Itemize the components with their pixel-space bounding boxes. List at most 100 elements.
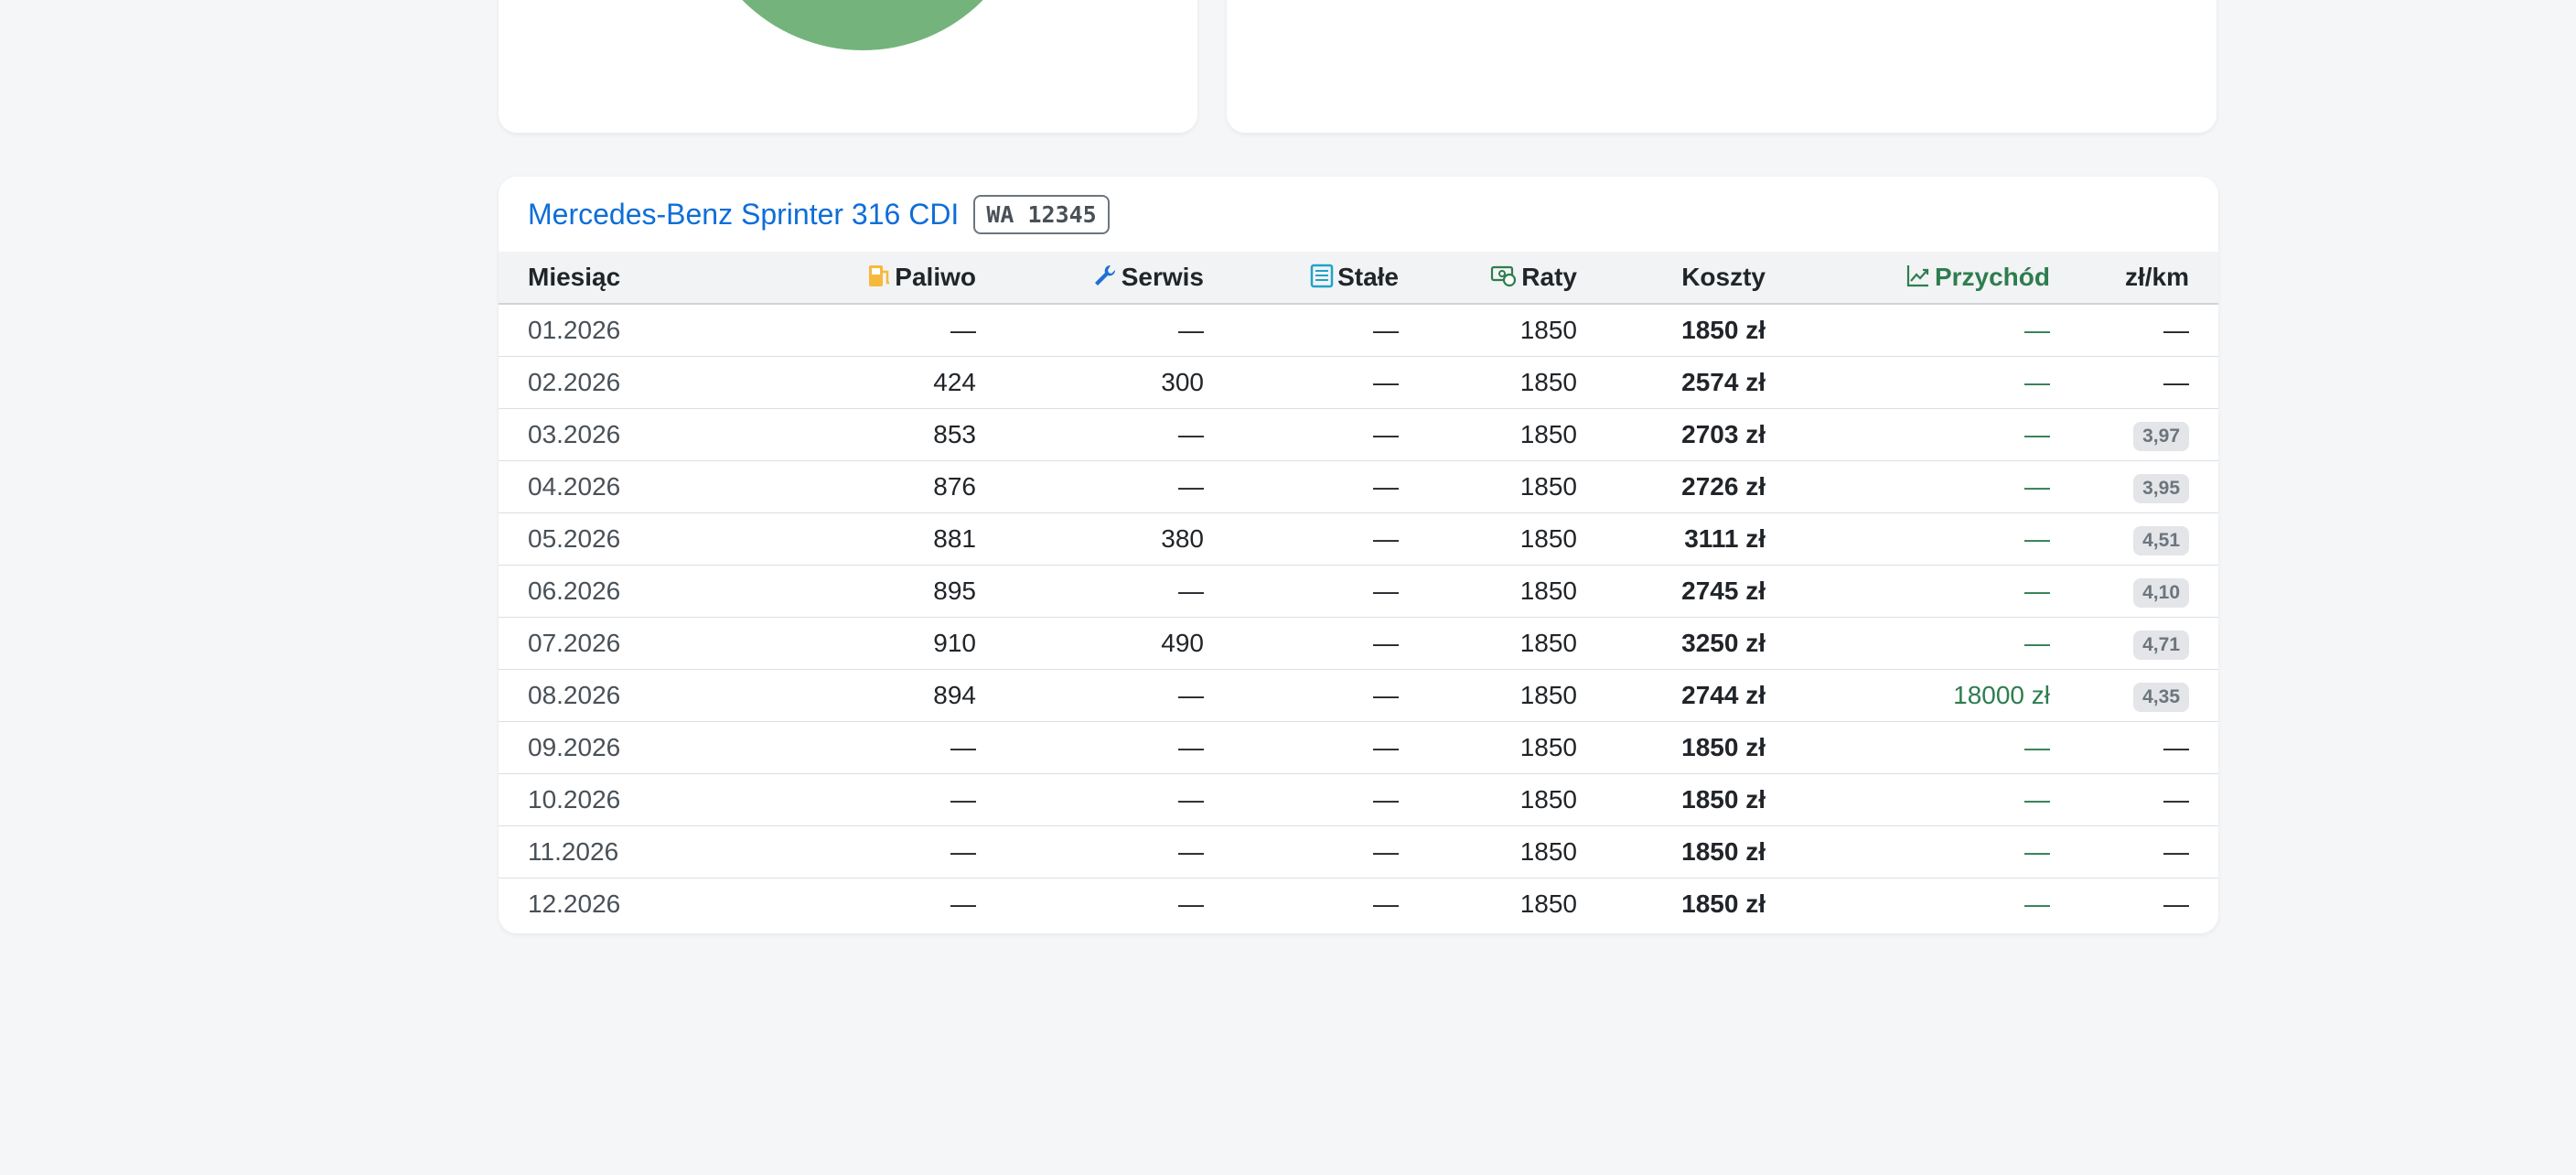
cell-per-km: — [2050,721,2218,774]
vehicle-name[interactable]: Mercedes-Benz Sprinter 316 CDI [528,198,959,232]
trend-up-icon [1906,265,1929,287]
cell-costs: 3250 zł [1577,617,1766,670]
cell-per-km: — [2050,773,2218,826]
cell-service: — [976,304,1204,357]
table-row: 03.2026 853— —1850 2703 zł —3,97 [499,408,2218,461]
cell-fuel: 910 [757,617,976,670]
cell-fuel: 881 [757,512,976,566]
cell-costs: 1850 zł [1577,721,1766,774]
col-header-service: Serwis [976,252,1204,305]
table-row: 11.2026— — —1850 1850 zł — — [499,825,2218,879]
table-row: 12.2026 — — — 1850 1850 zł — — [499,879,2218,931]
cell-income: 18000 zł [1766,669,2050,722]
cell-fuel: 894 [757,669,976,722]
cell-per-km: 4,10 [2050,565,2218,618]
cell-service: — [976,408,1204,461]
cell-service: — [976,825,1204,879]
chart-card-right [1227,0,2216,133]
col-header-fuel: Paliwo [757,252,976,305]
cell-fixed: — [1204,669,1399,722]
table-row: 01.2026— — —1850 1850 zł — — [499,304,2218,357]
table-row: 08.2026 894— —1850 2744 zł 18000 zł 4,35 [499,669,2218,722]
col-header-per-km: zł/km [2050,252,2218,305]
table-row: 02.2026 424 300—1850 2574 zł — — [499,356,2218,409]
cell-month: 12.2026 [528,889,621,918]
per-km-badge: 3,95 [2133,473,2189,503]
col-header-costs: Koszty [1577,252,1766,305]
per-km-badge: 4,51 [2133,525,2189,555]
cell-service: 300 [976,356,1204,409]
cell-per-km: — [2050,825,2218,879]
cell-costs: 2703 zł [1577,408,1766,461]
cell-income: — [1766,304,2050,357]
cell-fuel: — [757,721,976,774]
wrench-icon [1094,264,1115,286]
cell-fuel: 876 [757,460,976,513]
cell-per-km: — [2050,356,2218,409]
cell-fuel: — [757,825,976,879]
cell-costs: 2744 zł [1577,669,1766,722]
table-row: 06.2026 895— —1850 2745 zł —4,10 [499,565,2218,618]
table-row: 10.2026— — —1850 1850 zł — — [499,773,2218,826]
cell-installments: 1850 [1399,460,1577,513]
cell-income: — [1766,460,2050,513]
cell-costs: 2574 zł [1577,356,1766,409]
cell-installments: 1850 [1399,721,1577,774]
per-km-badge: 4,10 [2133,577,2189,608]
cell-per-km: — [2050,304,2218,357]
cell-month: 07.2026 [499,617,757,670]
cell-fuel: — [757,773,976,826]
cell-income: — [2024,889,2050,918]
cell-month: 02.2026 [499,356,757,409]
cell-installments: 1850 [1519,889,1577,918]
cell-per-km: 3,97 [2050,408,2218,461]
cell-fixed: — [1204,460,1399,513]
cell-per-km: 3,95 [2050,460,2218,513]
cell-fixed: — [1373,889,1399,918]
table-body: 01.2026— — —1850 1850 zł — —02.2026 424 300—185… [499,304,2218,930]
cell-month: 11.2026 [499,825,757,879]
cell-fixed: — [1204,408,1399,461]
per-km-badge: 4,71 [2133,630,2189,660]
cell-costs: 1850 zł [1577,773,1766,826]
cell-fixed: — [1204,773,1399,826]
cell-fuel: 853 [757,408,976,461]
cell-per-km: 4,35 [2050,669,2218,722]
col-header-income: Przychód [1766,252,2050,305]
cell-service: 490 [976,617,1204,670]
cell-fixed: — [1204,825,1399,879]
col-header-month: Miesiąc [499,252,757,305]
donut-chart [693,0,1032,50]
cell-fuel: — [950,889,976,918]
cell-income: — [1766,356,2050,409]
cell-installments: 1850 [1399,773,1577,826]
vehicle-header: Mercedes-Benz Sprinter 316 CDI WA 12345 [499,177,2218,252]
cell-installments: 1850 [1399,356,1577,409]
cell-month: 01.2026 [499,304,757,357]
monthly-cost-table: Miesiąc Paliwo Serwis Stałe Raty Koszty … [499,252,2218,930]
fuel-pump-icon [869,265,890,286]
cell-fuel: 424 [757,356,976,409]
cell-income: — [1766,825,2050,879]
table-header-row: Miesiąc Paliwo Serwis Stałe Raty Koszty … [499,252,2218,305]
cell-costs: 1850 zł [1577,304,1766,357]
cell-fuel: — [757,304,976,357]
cell-income: — [1766,512,2050,566]
cell-installments: 1850 [1399,565,1577,618]
cash-coin-icon [1491,265,1517,287]
cell-month: 06.2026 [499,565,757,618]
cell-costs: 1850 zł [1681,889,1766,918]
cell-service: — [976,565,1204,618]
vehicle-cost-card: Mercedes-Benz Sprinter 316 CDI WA 12345 … [499,177,2218,933]
cell-per-km: 4,51 [2050,512,2218,566]
cell-per-km: — [2163,889,2189,918]
license-plate-badge: WA 12345 [973,194,1110,234]
cell-fixed: — [1204,617,1399,670]
cell-fixed: — [1204,512,1399,566]
cell-costs: 1850 zł [1577,825,1766,879]
per-km-badge: 3,97 [2133,421,2189,451]
cell-installments: 1850 [1399,825,1577,879]
chart-card-left [499,0,1197,133]
cell-service: — [976,669,1204,722]
cell-income: — [1766,408,2050,461]
